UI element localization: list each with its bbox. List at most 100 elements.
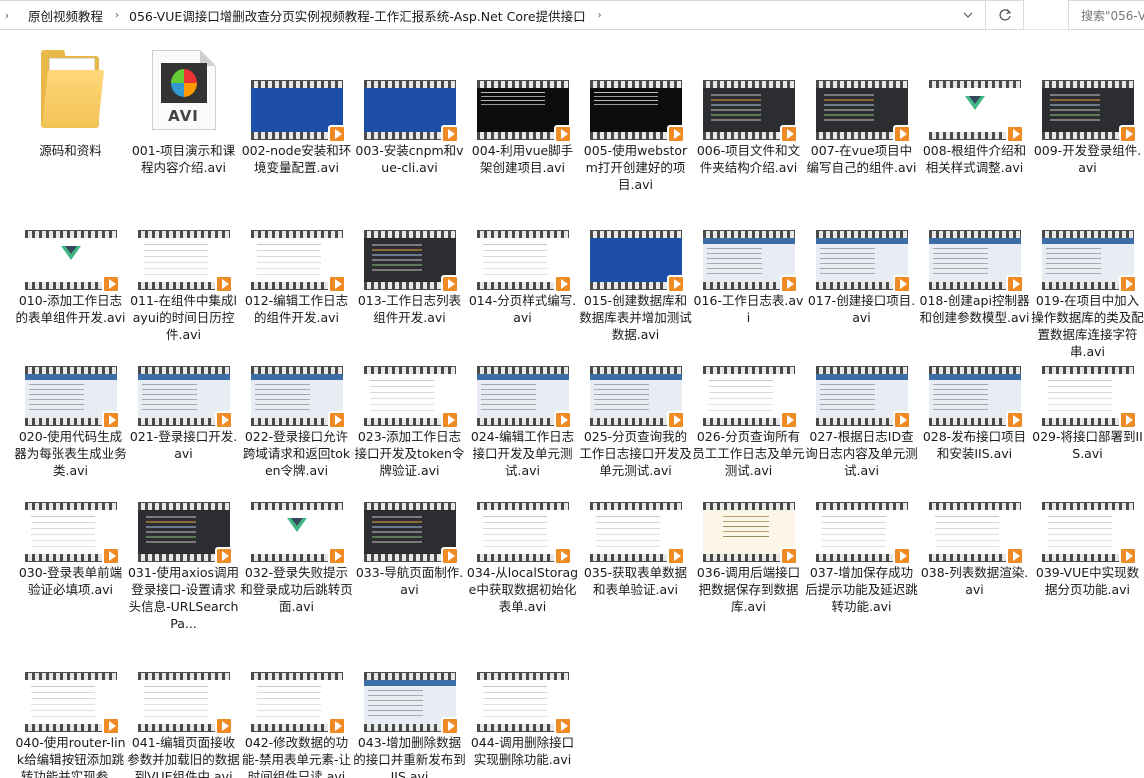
file-name: 012-编辑工作日志的组件开发.avi — [244, 293, 349, 325]
file-name: 011-在组件中集成layui的时间日历控件.avi — [130, 293, 237, 342]
play-badge-icon — [892, 547, 911, 565]
play-badge-icon — [440, 275, 459, 293]
chevron-down-icon[interactable] — [957, 1, 979, 29]
video-thumbnail-icon — [476, 502, 572, 565]
file-name: 007-在vue项目中编写自己的组件.avi — [806, 143, 917, 175]
play-badge-icon — [327, 411, 346, 429]
video-thumbnail-icon — [702, 230, 798, 293]
play-badge-icon — [101, 547, 120, 565]
breadcrumb-item[interactable]: 056-VUE调接口增删改查分页实例视频教程-工作汇报系统-Asp.Net Co… — [123, 6, 594, 25]
video-thumbnail-icon — [363, 502, 459, 565]
file-name: 019-在项目中加入操作数据库的类及配置数据库连接字符串.avi — [1031, 293, 1144, 359]
refresh-icon — [998, 9, 1011, 21]
play-badge-icon — [1118, 411, 1137, 429]
play-badge-icon — [892, 411, 911, 429]
video-thumbnail-icon — [815, 502, 911, 565]
play-badge-icon — [440, 717, 459, 735]
play-badge-icon — [1005, 411, 1024, 429]
video-thumbnail-icon — [250, 502, 346, 565]
video-thumbnail-icon — [476, 672, 572, 735]
play-badge-icon — [1005, 547, 1024, 565]
file-name: 025-分页查询我的工作日志接口开发及单元测试.avi — [579, 429, 692, 478]
play-badge-icon — [666, 275, 685, 293]
video-thumbnail-icon — [137, 230, 233, 293]
file-name: 009-开发登录组件.avi — [1033, 143, 1142, 175]
file-name: 032-登录失败提示和登录成功后跳转页面.avi — [240, 565, 353, 614]
breadcrumb-chevron-icon[interactable]: › — [594, 10, 606, 21]
file-name: 014-分页样式编写.avi — [468, 293, 577, 325]
file-name: 044-调用删除接口实现删除功能.avi — [470, 735, 575, 767]
file-name: 008-根组件介绍和相关样式调整.avi — [922, 143, 1027, 175]
file-name: 017-创建接口项目.avi — [807, 293, 916, 325]
play-badge-icon — [1005, 125, 1024, 143]
video-thumbnail-icon — [137, 672, 233, 735]
refresh-button[interactable] — [985, 1, 1023, 29]
avi-file-icon: AVI — [151, 50, 216, 130]
video-thumbnail-icon — [1041, 230, 1137, 293]
video-thumbnail-icon — [589, 502, 685, 565]
file-item[interactable]: AVI 001-项目演示和课程内容介绍.avi — [127, 50, 240, 175]
video-thumbnail-icon — [476, 80, 572, 143]
video-thumbnail-icon — [815, 230, 911, 293]
play-badge-icon — [666, 125, 685, 143]
file-name: 018-创建api控制器和创建参数模型.avi — [919, 293, 1030, 325]
file-name: 003-安装cnpm和vue-cli.avi — [355, 143, 464, 175]
breadcrumb-item[interactable]: 原创视频教程 — [14, 6, 111, 25]
file-name: 031-使用axios调用登录接口-设置请求头信息-URLSearchPa... — [127, 565, 240, 631]
video-thumbnail-icon — [250, 366, 346, 429]
file-name: 016-工作日志表.avi — [693, 293, 804, 325]
video-thumbnail-icon — [363, 672, 459, 735]
play-badge-icon — [327, 547, 346, 565]
folder-icon — [40, 50, 104, 130]
video-thumbnail-icon — [702, 502, 798, 565]
file-name: 010-添加工作日志的表单组件开发.avi — [15, 293, 126, 325]
video-thumbnail-icon — [589, 80, 685, 143]
play-badge-icon — [892, 275, 911, 293]
play-badge-icon — [553, 547, 572, 565]
breadcrumb-lead-chevron-icon[interactable]: › — [0, 9, 14, 22]
file-name: 026-分页查询所有员工工作日志及单元测试.avi — [692, 429, 805, 478]
play-badge-icon — [327, 275, 346, 293]
video-thumbnail-icon — [589, 230, 685, 293]
video-thumbnail-icon — [928, 230, 1024, 293]
address-bar[interactable]: › 原创视频教程 › 056-VUE调接口增删改查分页实例视频教程-工作汇报系统… — [0, 0, 1024, 30]
file-name: 028-发布接口项目和安装IIS.avi — [922, 429, 1027, 461]
file-name: 001-项目演示和课程内容介绍.avi — [131, 143, 236, 175]
play-badge-icon — [214, 717, 233, 735]
play-badge-icon — [327, 125, 346, 143]
video-thumbnail-icon — [476, 366, 572, 429]
video-thumbnail-icon — [24, 366, 120, 429]
search-input[interactable]: 搜索"056-VU — [1068, 0, 1144, 30]
play-badge-icon — [440, 411, 459, 429]
video-thumbnail-icon — [24, 230, 120, 293]
file-name: 005-使用webstorm打开创建好的项目.avi — [583, 143, 688, 192]
video-thumbnail-icon — [24, 502, 120, 565]
file-name: 023-添加工作日志接口开发及token令牌验证.avi — [354, 429, 465, 478]
play-badge-icon — [1118, 275, 1137, 293]
play-badge-icon — [327, 717, 346, 735]
file-name: 006-项目文件和文件夹结构介绍.avi — [696, 143, 801, 175]
file-name: 037-增加保存成功后提示功能及延迟跳转功能.avi — [805, 565, 918, 614]
video-thumbnail-icon — [928, 502, 1024, 565]
file-name: 042-修改数据的功能-禁用表单元素-让时间组件只读.avi — [241, 735, 352, 778]
file-name: 013-工作日志列表组件开发.avi — [357, 293, 462, 325]
play-badge-icon — [779, 275, 798, 293]
file-item[interactable]: 源码和资料 — [14, 50, 127, 158]
video-thumbnail-icon — [476, 230, 572, 293]
play-badge-icon — [779, 411, 798, 429]
play-badge-icon — [214, 547, 233, 565]
play-badge-icon — [553, 411, 572, 429]
file-name: 027-根据日志ID查询日志内容及单元测试.avi — [805, 429, 918, 478]
address-row: › 原创视频教程 › 056-VUE调接口增删改查分页实例视频教程-工作汇报系统… — [0, 0, 1144, 30]
video-thumbnail-icon — [137, 366, 233, 429]
play-badge-icon — [666, 547, 685, 565]
breadcrumb-chevron-icon[interactable]: › — [111, 10, 123, 21]
file-name: 038-列表数据渲染.avi — [920, 565, 1029, 597]
video-thumbnail-icon — [702, 80, 798, 143]
play-badge-icon — [214, 411, 233, 429]
file-name: 040-使用router-link给编辑按钮添加跳转功能并实现参... — [15, 735, 126, 778]
play-badge-icon — [779, 125, 798, 143]
play-badge-icon — [440, 125, 459, 143]
file-name: 020-使用代码生成器为每张表生成业务类.avi — [14, 429, 127, 478]
play-badge-icon — [892, 125, 911, 143]
